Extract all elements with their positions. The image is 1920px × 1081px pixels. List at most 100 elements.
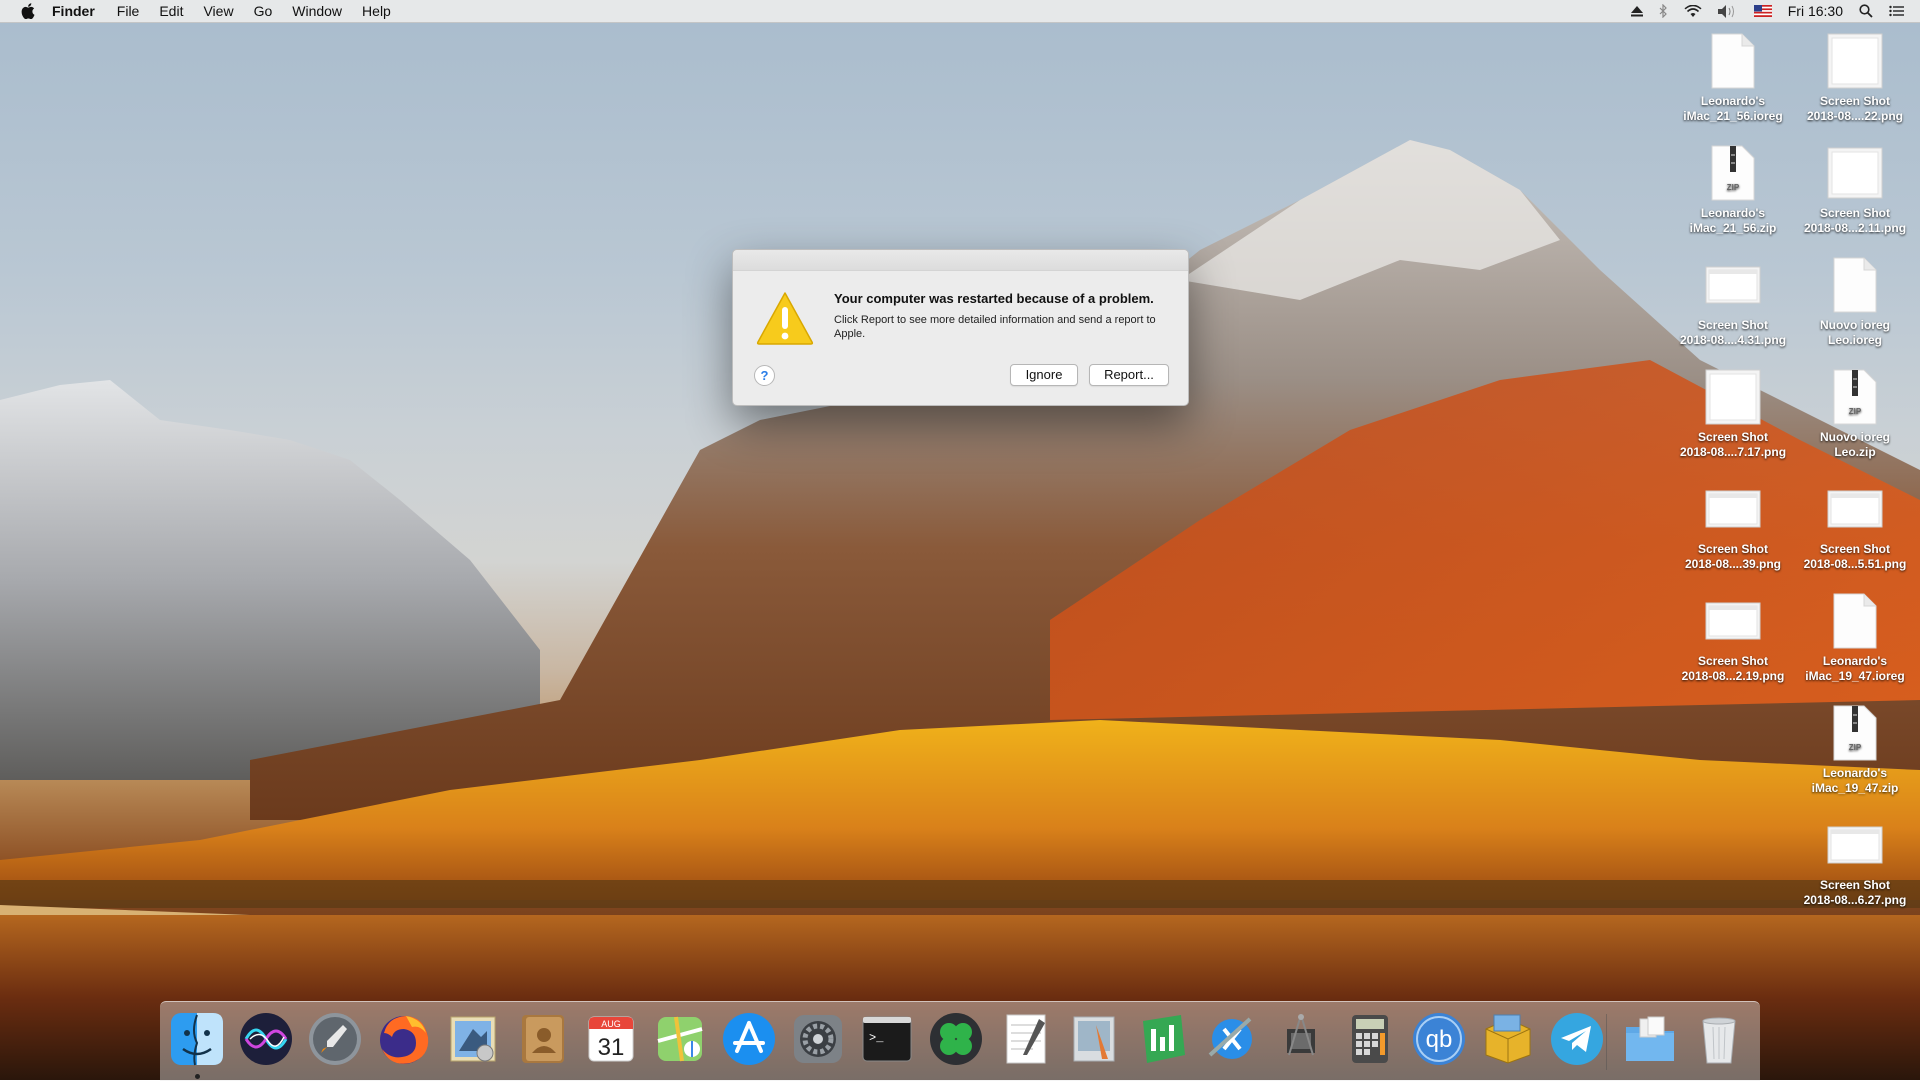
clover-icon[interactable] (927, 1010, 985, 1068)
mail-icon[interactable] (444, 1010, 502, 1068)
desktop-file-screenshot-22[interactable]: Screen Shot 2018-08....22.png (1795, 30, 1915, 124)
file-name-line-2: 2018-08....7.17.png (1679, 445, 1787, 459)
zip-archive-icon: ZIP (1825, 366, 1885, 428)
terminal-icon[interactable]: >_ (858, 1010, 916, 1068)
bluetooth-icon[interactable] (1659, 4, 1668, 18)
desktop-file-nuovo-ioreg-leo-zip[interactable]: ZIP Nuovo ioreg Leo.zip (1795, 366, 1915, 460)
launchpad-icon[interactable] (306, 1010, 364, 1068)
apple-menu-icon[interactable] (18, 3, 38, 19)
volume-icon[interactable] (1717, 4, 1738, 18)
running-indicator (195, 1074, 200, 1079)
restart-problem-alert-dialog: Your computer was restarted because of a… (732, 249, 1189, 406)
desktop-file-screenshot-4-31[interactable]: Screen Shot 2018-08....4.31.png (1673, 254, 1793, 348)
document-icon (1825, 590, 1885, 652)
desktop-file-screenshot-6-27[interactable]: Screen Shot 2018-08...6.27.png (1795, 814, 1915, 908)
svg-text:ZIP: ZIP (1727, 183, 1740, 192)
dialog-title-bar[interactable] (733, 250, 1188, 271)
system-info-icon[interactable] (1272, 1010, 1330, 1068)
menu-view[interactable]: View (203, 3, 233, 19)
file-name-line-2: 2018-08....22.png (1806, 109, 1904, 123)
file-name-line-1: Leonardo's (1822, 766, 1888, 780)
file-name-line-2: iMac_21_56.zip (1689, 221, 1777, 235)
system-preferences-icon[interactable] (789, 1010, 847, 1068)
file-name-line-2: 2018-08...5.51.png (1803, 557, 1907, 571)
numbers-icon[interactable] (1134, 1010, 1192, 1068)
trash-icon[interactable] (1690, 1010, 1748, 1068)
calendar-month-text: AUG (601, 1019, 621, 1029)
file-name-line-2: Leo.ioreg (1827, 333, 1882, 347)
document-icon (1703, 30, 1763, 92)
desktop-file-screenshot-2-19[interactable]: Screen Shot 2018-08...2.19.png (1673, 590, 1793, 684)
textedit-icon[interactable] (996, 1010, 1054, 1068)
file-name-line-2: iMac_21_56.ioreg (1683, 109, 1783, 123)
help-button[interactable]: ? (754, 365, 775, 386)
desktop-file-nuovo-ioreg-leo-ioreg[interactable]: Nuovo ioreg Leo.ioreg (1795, 254, 1915, 348)
app-store-icon[interactable] (720, 1010, 778, 1068)
file-name-line-2: 2018-08....39.png (1684, 557, 1782, 571)
zip-archive-icon: ZIP (1703, 142, 1763, 204)
firefox-icon[interactable] (375, 1010, 433, 1068)
desktop-file-leonardo-imac-19-47-ioreg[interactable]: Leonardo's iMac_19_47.ioreg (1795, 590, 1915, 684)
us-flag-icon[interactable] (1753, 5, 1772, 17)
desktop-file-leonardo-imac-19-47-zip[interactable]: ZIP Leonardo's iMac_19_47.zip (1795, 702, 1915, 796)
status-menus: Fri 16:30 (1630, 3, 1904, 19)
svg-text:ZIP: ZIP (1849, 407, 1862, 416)
calculator-icon[interactable] (1341, 1010, 1399, 1068)
screenshot-thumbnail-icon (1825, 814, 1885, 876)
desktop-file-screenshot-39[interactable]: Screen Shot 2018-08....39.png (1673, 478, 1793, 572)
file-name-line-2: 2018-08....4.31.png (1679, 333, 1787, 347)
preview-icon[interactable] (1065, 1010, 1123, 1068)
desktop-file-screenshot-7-17[interactable]: Screen Shot 2018-08....7.17.png (1673, 366, 1793, 460)
xcode-icon[interactable] (1203, 1010, 1261, 1068)
desktop-file-leonardo-imac-21-56-zip[interactable]: ZIP Leonardo's iMac_21_56.zip (1673, 142, 1793, 236)
file-name-line-2: 2018-08...6.27.png (1803, 893, 1907, 907)
qb-text: qb (1426, 1026, 1453, 1053)
screenshot-thumbnail-icon (1703, 254, 1763, 316)
search-icon[interactable] (1859, 4, 1873, 18)
file-name-line-1: Leonardo's (1822, 654, 1888, 668)
siri-icon[interactable] (237, 1010, 295, 1068)
list-icon[interactable] (1889, 5, 1904, 17)
wallpaper-landscape (0, 140, 1920, 1080)
menu-app-finder[interactable]: Finder (52, 3, 95, 19)
ignore-button[interactable]: Ignore (1010, 364, 1078, 386)
file-name-line-1: Screen Shot (1697, 318, 1769, 332)
telegram-icon[interactable] (1548, 1010, 1606, 1068)
report-button[interactable]: Report... (1089, 364, 1169, 386)
file-name-line-1: Screen Shot (1697, 430, 1769, 444)
file-name-line-2: Leo.zip (1834, 445, 1876, 459)
screenshot-thumbnail-icon (1703, 366, 1763, 428)
file-name-line-1: Screen Shot (1697, 654, 1769, 668)
file-name-line-1: Leonardo's (1700, 206, 1766, 220)
downloads-folder-icon[interactable] (1621, 1010, 1679, 1068)
desktop-file-screenshot-2-11[interactable]: Screen Shot 2018-08...2.11.png (1795, 142, 1915, 236)
menu-help[interactable]: Help (362, 3, 391, 19)
eject-icon[interactable] (1630, 5, 1643, 17)
screenshot-thumbnail-icon (1703, 478, 1763, 540)
archive-utility-icon[interactable] (1479, 1010, 1537, 1068)
screenshot-thumbnail-icon (1825, 142, 1885, 204)
desktop-file-screenshot-5-51[interactable]: Screen Shot 2018-08...5.51.png (1795, 478, 1915, 572)
file-name-line-2: 2018-08...2.11.png (1803, 221, 1907, 235)
desktop-wallpaper (0, 0, 1920, 1080)
warning-icon (755, 290, 815, 346)
menu-bar: Finder File Edit View Go Window Help Fri… (0, 0, 1920, 23)
screenshot-thumbnail-icon (1825, 30, 1885, 92)
menu-edit[interactable]: Edit (159, 3, 183, 19)
desktop-file-leonardo-imac-21-56-ioreg[interactable]: Leonardo's iMac_21_56.ioreg (1673, 30, 1793, 124)
contacts-icon[interactable] (513, 1010, 571, 1068)
menu-file[interactable]: File (117, 3, 140, 19)
dialog-title: Your computer was restarted because of a… (834, 291, 1154, 306)
qbittorrent-icon[interactable]: qb (1410, 1010, 1468, 1068)
wifi-icon[interactable] (1684, 4, 1702, 18)
calendar-icon[interactable]: AUG 31 (582, 1010, 640, 1068)
menu-go[interactable]: Go (254, 3, 273, 19)
menu-window[interactable]: Window (292, 3, 342, 19)
file-name-line-1: Screen Shot (1819, 206, 1891, 220)
file-name-line-2: iMac_19_47.ioreg (1805, 669, 1905, 683)
svg-text:ZIP: ZIP (1849, 743, 1862, 752)
file-name-line-1: Screen Shot (1819, 94, 1891, 108)
maps-icon[interactable] (651, 1010, 709, 1068)
clock-text[interactable]: Fri 16:30 (1788, 3, 1843, 19)
finder-icon[interactable] (168, 1010, 226, 1068)
